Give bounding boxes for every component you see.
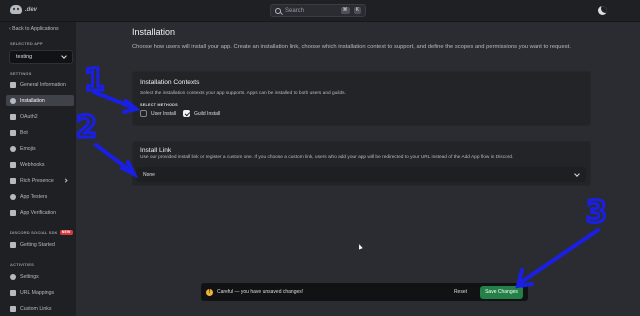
smiley-icon xyxy=(10,145,16,152)
guild-install-label: Guild Install xyxy=(194,110,221,117)
discord-logo-icon xyxy=(10,5,22,14)
install-link-selected-value: None xyxy=(143,171,155,178)
user-install-label: User Install xyxy=(151,110,177,117)
discord-dev-logo[interactable]: .dev xyxy=(10,5,37,14)
annotation-number-2: 2 xyxy=(76,110,97,145)
mouse-cursor xyxy=(357,243,363,250)
page-title: Installation xyxy=(132,27,176,37)
sidebar-item-label: App Testers xyxy=(20,193,48,200)
check-icon xyxy=(10,209,16,216)
app-selector-value: testing xyxy=(16,54,33,60)
logo-text: .dev xyxy=(25,6,38,13)
settings-section-label: SETTINGS xyxy=(10,71,32,76)
install-link-card: Install Link Use our provided install li… xyxy=(132,141,591,186)
sidebar-item-label: Emojis xyxy=(20,145,36,152)
annotation-number-3: 3 xyxy=(586,195,607,230)
sidebar-item-label: OAuth2 xyxy=(20,113,38,120)
sidebar-item-rich-presence[interactable]: Rich Presence xyxy=(6,175,74,186)
reset-button[interactable]: Reset xyxy=(454,289,467,295)
annotation-arrow-2 xyxy=(94,143,139,179)
sidebar-item-bot[interactable]: Bot xyxy=(6,127,74,138)
gear-icon xyxy=(10,97,16,104)
installation-contexts-title: Installation Contexts xyxy=(140,79,200,86)
user-install-option[interactable]: User Install xyxy=(140,110,176,117)
warning-icon: ! xyxy=(206,288,213,296)
sidebar-item-label: Rich Presence xyxy=(20,177,54,184)
puzzle-icon xyxy=(10,129,16,136)
home-icon xyxy=(10,81,16,88)
search-placeholder: Search xyxy=(285,7,305,14)
top-bar: .dev Search ⌘ K xyxy=(0,0,640,22)
page-description: Choose how users will install your app. … xyxy=(132,44,571,50)
annotation-arrow-3 xyxy=(515,228,600,289)
unsaved-changes-bar: ! Careful — you have unsaved changes! Re… xyxy=(201,283,528,301)
chevron-down-icon xyxy=(61,53,67,59)
document-icon xyxy=(10,177,16,184)
install-link-description: Use our provided install link or registe… xyxy=(140,155,514,160)
sidebar-item-label: Settings xyxy=(20,273,39,280)
sidebar-item-label: Bot xyxy=(20,129,28,136)
sidebar-item-oauth2[interactable]: OAuth2 xyxy=(6,111,74,122)
sidebar-item-app-verification[interactable]: App Verification xyxy=(6,207,74,218)
back-label: Back to Applications xyxy=(12,26,59,32)
selected-app-label: SELECTED APP xyxy=(10,41,43,46)
sidebar-item-label: Getting Started xyxy=(20,241,55,248)
person-icon xyxy=(10,193,16,200)
sidebar-item-general-information[interactable]: General Information xyxy=(6,79,74,90)
app-selector[interactable]: testing xyxy=(9,50,73,64)
select-methods-label: SELECT METHODS xyxy=(140,103,178,107)
shortcut-key-k: K xyxy=(353,7,361,14)
rocket-icon xyxy=(10,241,16,248)
back-to-applications-link[interactable]: ‹ Back to Applications xyxy=(9,26,59,32)
new-badge: NEW xyxy=(59,230,73,235)
wrench-icon xyxy=(10,113,16,120)
gear-icon xyxy=(10,273,16,280)
save-changes-button[interactable]: Save Changes xyxy=(480,285,523,299)
social-sdk-section-label: DISCORD SOCIAL SDK NEW xyxy=(10,230,73,235)
sidebar-item-label: General Information xyxy=(20,81,66,88)
sidebar-item-label: App Verification xyxy=(20,209,57,216)
sidebar-item-url-mappings[interactable]: URL Mappings xyxy=(6,287,74,298)
unsaved-changes-message: Careful — you have unsaved changes! xyxy=(217,289,304,295)
link-icon xyxy=(10,289,16,296)
guild-install-option[interactable]: Guild Install xyxy=(183,110,220,117)
installation-contexts-description: Select the installation contexts your ap… xyxy=(140,91,346,96)
sidebar-item-webhooks[interactable]: Webhooks xyxy=(6,159,74,170)
search-icon xyxy=(275,7,281,14)
sidebar-item-label: Custom Links xyxy=(20,305,52,312)
webhook-icon xyxy=(10,161,16,168)
user-install-checkbox[interactable] xyxy=(140,110,147,117)
sidebar-item-label: Installation xyxy=(20,97,45,104)
sidebar: ‹ Back to Applications SELECTED APP test… xyxy=(0,22,76,316)
sidebar-item-getting-started[interactable]: Getting Started xyxy=(6,239,74,250)
sidebar-item-installation[interactable]: Installation xyxy=(6,95,74,106)
install-link-select[interactable]: None xyxy=(136,167,586,182)
chevron-right-icon xyxy=(63,178,68,183)
sidebar-item-label: URL Mappings xyxy=(20,289,55,296)
theme-toggle-moon-icon[interactable] xyxy=(598,6,607,15)
activities-section-label: ACTIVITIES xyxy=(10,262,35,267)
annotation-arrow-1 xyxy=(92,90,141,114)
installation-contexts-card: Installation Contexts Select the install… xyxy=(132,71,591,126)
link-icon xyxy=(10,305,16,312)
chevron-down-icon xyxy=(574,170,580,177)
install-link-title: Install Link xyxy=(140,147,172,154)
annotation-number-1: 1 xyxy=(84,63,105,98)
sidebar-item-custom-links[interactable]: Custom Links xyxy=(6,303,74,314)
shortcut-key-cmd: ⌘ xyxy=(340,7,350,14)
sidebar-item-app-testers[interactable]: App Testers xyxy=(6,191,74,202)
sidebar-item-emojis[interactable]: Emojis xyxy=(6,143,74,154)
social-sdk-label-text: DISCORD SOCIAL SDK xyxy=(10,230,58,235)
search-input[interactable]: Search ⌘ K xyxy=(270,4,366,17)
sidebar-item-activity-settings[interactable]: Settings xyxy=(6,271,74,282)
guild-install-checkbox[interactable] xyxy=(183,110,190,117)
sidebar-item-label: Webhooks xyxy=(20,161,45,168)
